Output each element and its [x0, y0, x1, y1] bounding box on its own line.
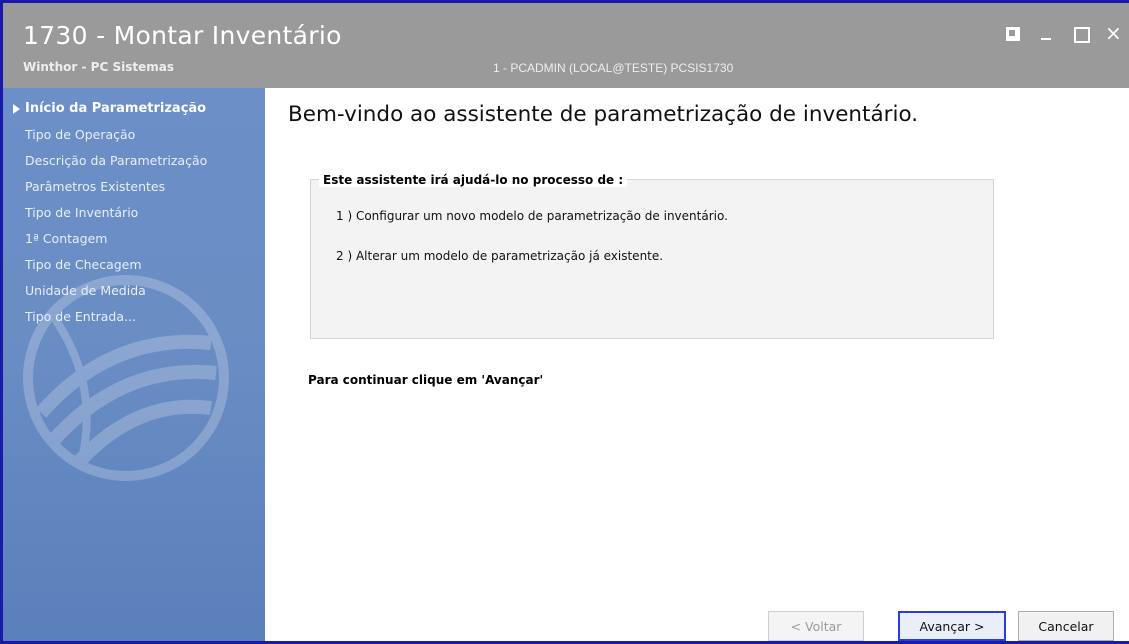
session-info: 1 - PCADMIN (LOCAL@TESTE) PCSIS1730 — [493, 61, 734, 75]
step-primeira-contagem[interactable]: 1ª Contagem — [11, 226, 207, 252]
close-icon[interactable]: × — [1105, 23, 1125, 43]
step-inicio-parametrizacao[interactable]: Início da Parametrização — [11, 96, 207, 122]
wizard-steps-sidebar: Início da Parametrização Tipo de Operaçã… — [3, 88, 265, 641]
window-controls: × — [1003, 23, 1125, 43]
step-unidade-medida[interactable]: Unidade de Medida — [11, 278, 207, 304]
option-new-model: 1 ) Configurar um novo modelo de paramet… — [336, 209, 728, 223]
step-tipo-checagem[interactable]: Tipo de Checagem — [11, 252, 207, 278]
step-tipo-inventario[interactable]: Tipo de Inventário — [11, 200, 207, 226]
page-title: Bem-vindo ao assistente de parametrizaçã… — [288, 102, 919, 127]
wizard-content: Bem-vindo ao assistente de parametrizaçã… — [265, 88, 1129, 641]
option-alter-model: 2 ) Alterar um modelo de parametrização … — [336, 249, 664, 263]
back-button[interactable]: < Voltar — [768, 611, 864, 641]
next-button[interactable]: Avançar > — [898, 611, 1006, 641]
minimize-icon[interactable] — [1037, 25, 1057, 43]
wizard-step-list: Início da Parametrização Tipo de Operaçã… — [11, 96, 207, 330]
window-subtitle: Winthor - PC Sistemas — [23, 60, 174, 74]
window-title: 1730 - Montar Inventário — [23, 21, 342, 50]
step-descricao-parametrizacao[interactable]: Descrição da Parametrização — [11, 148, 207, 174]
restore-icon[interactable] — [1003, 25, 1023, 43]
wizard-window: 1730 - Montar Inventário Winthor - PC Si… — [0, 0, 1129, 644]
continue-instruction: Para continuar clique em 'Avançar' — [308, 373, 544, 387]
maximize-icon[interactable] — [1071, 25, 1091, 43]
info-group-box: Este assistente irá ajudá-lo no processo… — [310, 173, 994, 339]
group-title: Este assistente irá ajudá-lo no processo… — [319, 173, 628, 187]
step-parametros-existentes[interactable]: Parâmetros Existentes — [11, 174, 207, 200]
step-tipo-operacao[interactable]: Tipo de Operação — [11, 122, 207, 148]
title-bar[interactable]: 1730 - Montar Inventário Winthor - PC Si… — [3, 3, 1129, 88]
cancel-button[interactable]: Cancelar — [1018, 611, 1114, 641]
step-tipo-entrada[interactable]: Tipo de Entrada... — [11, 304, 207, 330]
